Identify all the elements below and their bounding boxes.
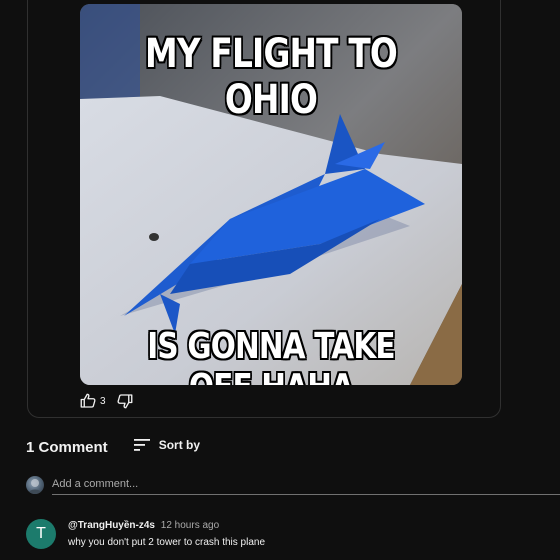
commenter-avatar[interactable]: T [26, 519, 56, 549]
post-actions: 3 [79, 392, 134, 410]
dislike-button[interactable] [116, 392, 134, 410]
add-comment-row: Add a comment... [26, 476, 560, 496]
meme-caption-top: MY FLIGHT TO OHIO [145, 31, 398, 123]
thumbs-down-icon [117, 394, 132, 409]
comment-text: why you don't put 2 tower to crash this … [68, 537, 266, 548]
sort-by-label: Sort by [158, 437, 201, 452]
comment-timestamp[interactable]: 12 hours ago [161, 520, 219, 531]
avatar-image [28, 479, 42, 494]
sort-by-button[interactable]: Sort by [133, 437, 201, 452]
user-avatar [26, 476, 44, 494]
thumbs-up-icon [80, 393, 96, 408]
comment-author[interactable]: @TrangHuyền-z4s [68, 520, 155, 531]
meme-caption-bottom: IS GONNA TAKE OFF HAHA [147, 326, 395, 385]
comments-count: 1 Comment [26, 439, 108, 456]
add-comment-input[interactable]: Add a comment... [52, 476, 560, 495]
post-image: MY FLIGHT TO OHIO IS GONNA TAKE OFF HAHA [80, 4, 462, 385]
comment-item: T @TrangHuyền-z4s 12 hours ago why you d… [26, 516, 546, 556]
comments-header: 1 Comment Sort by [26, 437, 201, 457]
like-count: 3 [100, 395, 106, 407]
comment-meta: @TrangHuyền-z4s 12 hours ago [68, 520, 219, 531]
like-button[interactable] [79, 392, 97, 410]
sort-icon [133, 438, 150, 451]
